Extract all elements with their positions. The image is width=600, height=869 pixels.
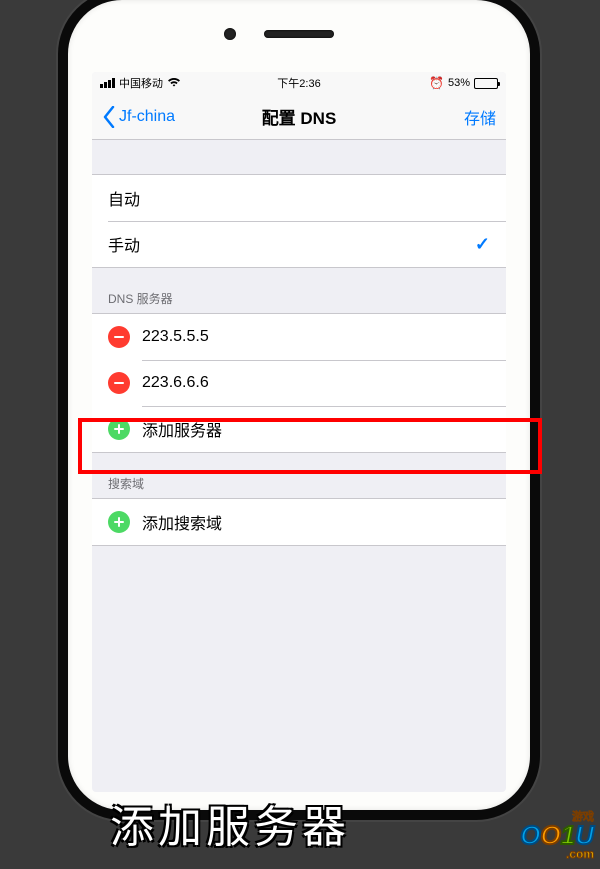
spacer (92, 140, 506, 174)
dns-mode-auto[interactable]: 自动 (92, 175, 506, 221)
watermark: 游戏 OO1U .com (520, 820, 594, 861)
caption-text: 添加服务器 (0, 791, 600, 855)
alarm-icon: ⏰ (429, 76, 444, 90)
battery-pct: 53% (448, 77, 470, 89)
add-server-row[interactable]: 添加服务器 (92, 406, 506, 452)
save-button[interactable]: 存储 (464, 105, 496, 129)
battery-icon (474, 78, 498, 89)
phone-camera (224, 28, 236, 40)
status-bar: 中国移动 下午2:36 ⏰ 53% (92, 72, 506, 94)
remove-icon[interactable] (108, 326, 130, 348)
add-search-domain-row[interactable]: 添加搜索域 (92, 499, 506, 545)
back-button[interactable]: Jf-china (102, 106, 175, 128)
status-time: 下午2:36 (277, 75, 320, 91)
add-icon[interactable] (108, 511, 130, 533)
remove-icon[interactable] (108, 372, 130, 394)
carrier-label: 中国移动 (119, 75, 163, 91)
phone-speaker (264, 30, 334, 38)
nav-bar: Jf-china 配置 DNS 存储 (92, 94, 506, 140)
dns-mode-group: 自动 手动 ✓ (92, 174, 506, 268)
dns-server-row[interactable]: 223.6.6.6 (92, 360, 506, 406)
screen: 中国移动 下午2:36 ⏰ 53% Jf-china 配置 DNS 存储 (92, 72, 506, 792)
dns-servers-header: DNS 服务器 (92, 268, 506, 313)
search-domains-header: 搜索域 (92, 453, 506, 498)
watermark-tag: 游戏 (572, 808, 594, 824)
dns-mode-manual[interactable]: 手动 ✓ (92, 221, 506, 267)
checkmark-icon: ✓ (475, 234, 490, 255)
cell-label: 手动 (108, 232, 140, 256)
add-search-domain-label: 添加搜索域 (142, 510, 222, 534)
wifi-icon (167, 76, 181, 90)
back-label: Jf-china (119, 108, 175, 126)
dns-servers-group: 223.5.5.5 223.6.6.6 添加服务器 (92, 313, 506, 453)
cell-signal-icon (100, 78, 115, 88)
dns-server-value: 223.6.6.6 (142, 374, 209, 392)
phone-frame: 中国移动 下午2:36 ⏰ 53% Jf-china 配置 DNS 存储 (58, 0, 540, 820)
add-icon[interactable] (108, 418, 130, 440)
dns-server-row[interactable]: 223.5.5.5 (92, 314, 506, 360)
add-server-label: 添加服务器 (142, 417, 222, 441)
search-domains-group: 添加搜索域 (92, 498, 506, 546)
cell-label: 自动 (108, 186, 140, 210)
page-title: 配置 DNS (262, 104, 337, 129)
dns-server-value: 223.5.5.5 (142, 328, 209, 346)
chevron-left-icon (102, 106, 116, 128)
